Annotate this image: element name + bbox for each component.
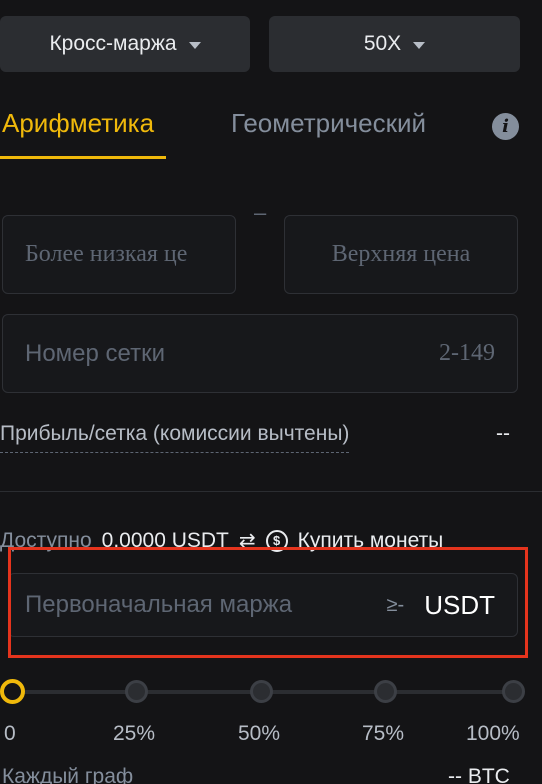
slider-mark-25[interactable] xyxy=(125,680,148,703)
slider-label-0: 0 xyxy=(4,722,16,745)
leverage-select[interactable]: 50X xyxy=(269,16,520,72)
each-grid-label: Каждый граф xyxy=(2,765,134,784)
margin-mode-label: Кросс-маржа xyxy=(49,32,177,55)
lower-price-input[interactable]: Более низкая це xyxy=(2,215,236,294)
upper-price-input[interactable]: Верхняя цена xyxy=(284,215,518,294)
section-divider xyxy=(0,491,542,492)
each-grid-value: -- BTC xyxy=(448,765,510,784)
upper-price-placeholder: Верхняя цена xyxy=(331,241,471,267)
chevron-down-icon xyxy=(413,41,426,49)
profit-per-grid-label[interactable]: Прибыль/сетка (комиссии вычтены) xyxy=(0,422,350,453)
slider-mark-50[interactable] xyxy=(250,680,273,703)
chevron-down-icon xyxy=(188,41,201,49)
grid-number-placeholder: Номер сетки xyxy=(25,339,165,367)
leverage-label: 50X xyxy=(363,32,402,55)
slider-label-100: 100% xyxy=(466,722,520,745)
slider-mark-100[interactable] xyxy=(502,680,525,703)
grid-range-hint: 2-149 xyxy=(439,340,495,366)
range-separator: – xyxy=(254,200,267,225)
tab-arithmetic[interactable]: Арифметика xyxy=(2,108,154,139)
slider-mark-75[interactable] xyxy=(374,680,397,703)
lower-price-placeholder: Более низкая це xyxy=(25,241,188,267)
slider-label-75: 75% xyxy=(362,722,405,745)
tab-geometric[interactable]: Геометрический xyxy=(231,108,426,139)
margin-mode-select[interactable]: Кросс-маржа xyxy=(0,16,250,72)
active-tab-indicator xyxy=(0,156,166,159)
highlight-box xyxy=(8,547,528,658)
slider-label-25: 25% xyxy=(113,722,156,745)
profit-per-grid-value: -- xyxy=(496,422,510,445)
info-icon[interactable]: i xyxy=(492,113,519,140)
slider-label-50: 50% xyxy=(238,722,281,745)
grid-number-input[interactable]: Номер сетки 2-149 xyxy=(2,314,518,393)
slider-knob-0[interactable] xyxy=(0,679,25,704)
